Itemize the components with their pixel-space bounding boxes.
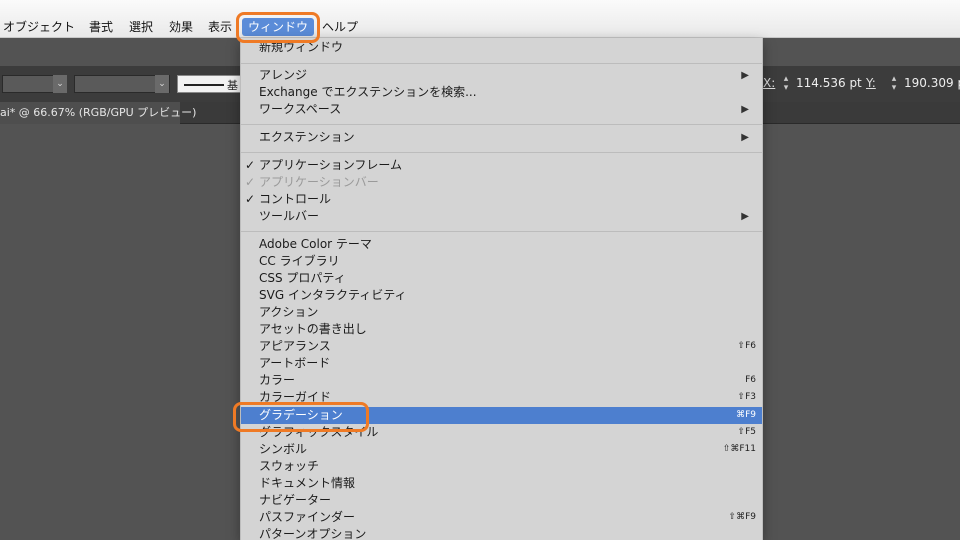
y-value-field[interactable]: 190.309 pt: [904, 76, 960, 90]
menu-item-label: CSS プロパティ: [259, 271, 346, 285]
menu-item-label: カラーガイド: [259, 390, 332, 404]
fill-dropdown-chevron-icon[interactable]: ⌄: [53, 75, 67, 93]
menu-item-label: アプリケーションバー: [259, 175, 379, 189]
menu-item-label: ツールバー: [259, 209, 320, 223]
checkmark-icon: ✓: [245, 158, 256, 172]
stroke-style-select[interactable]: 基: [177, 75, 241, 93]
menu-item-label: ドキュメント情報: [259, 476, 356, 490]
menu-item-label: スウォッチ: [259, 459, 320, 473]
menu-item-label: アプリケーションフレーム: [259, 158, 403, 172]
menu-item-workspace[interactable]: ワークスペース ▶: [241, 101, 762, 118]
menu-item-actions[interactable]: アクション: [241, 304, 762, 321]
menu-item-appearance[interactable]: アピアランス ⇧F6: [241, 338, 762, 355]
menu-view[interactable]: 表示: [208, 18, 232, 36]
document-tab[interactable]: ai* @ 66.67% (RGB/GPU プレビュー): [0, 102, 196, 124]
menu-item-label: CC ライブラリ: [259, 254, 340, 268]
checkmark-icon: ✓: [245, 175, 256, 189]
menu-item-graphic-styles[interactable]: グラフィックスタイル ⇧F5: [241, 424, 762, 441]
stroke-line-preview: [184, 84, 224, 86]
menu-type[interactable]: 書式: [89, 18, 113, 36]
menu-separator: [241, 152, 762, 153]
menu-object[interactable]: オブジェクト: [3, 18, 75, 36]
menu-item-toolbar[interactable]: ツールバー ▶: [241, 208, 762, 225]
submenu-arrow-icon: ▶: [741, 70, 749, 81]
menu-item-label: SVG インタラクティビティ: [259, 288, 407, 302]
menu-help[interactable]: ヘルプ: [322, 18, 358, 36]
menu-item-control[interactable]: ✓ コントロール: [241, 191, 762, 208]
menu-item-label: ワークスペース: [259, 102, 342, 116]
stroke-style-label: 基: [227, 79, 238, 92]
menu-separator: [241, 63, 762, 64]
menu-item-label: シンボル: [259, 442, 308, 456]
menu-item-artboards[interactable]: アートボード: [241, 355, 762, 372]
submenu-arrow-icon: ▶: [741, 211, 749, 222]
keyboard-shortcut: ⇧F6: [737, 341, 756, 351]
menu-item-label: パスファインダー: [259, 510, 356, 524]
y-label: Y:: [866, 76, 876, 90]
menu-item-label: アレンジ: [259, 68, 308, 82]
menu-item-label: カラー: [259, 373, 296, 387]
menu-item-label: アクション: [259, 305, 319, 319]
menu-item-label: Exchange でエクステンションを検索...: [259, 85, 477, 99]
menu-item-label: 新規ウィンドウ: [259, 40, 344, 54]
menu-item-label: グラフィックスタイル: [259, 425, 379, 439]
menu-separator: [241, 231, 762, 232]
menu-item-application-frame[interactable]: ✓ アプリケーションフレーム: [241, 157, 762, 174]
menu-item-adobe-color-themes[interactable]: Adobe Color テーマ: [241, 236, 762, 253]
menu-item-application-bar: ✓ アプリケーションバー: [241, 174, 762, 191]
fill-swatch[interactable]: [2, 75, 54, 93]
menu-item-gradient[interactable]: グラデーション ⌘F9: [241, 407, 762, 424]
keyboard-shortcut: F6: [745, 375, 756, 385]
menu-item-label: アセットの書き出し: [259, 322, 367, 336]
menu-item-document-info[interactable]: ドキュメント情報: [241, 475, 762, 492]
window-menu-dropdown: 新規ウィンドウ アレンジ ▶ Exchange でエクステンションを検索... …: [240, 38, 763, 540]
menu-item-css-properties[interactable]: CSS プロパティ: [241, 270, 762, 287]
menu-item-new-window[interactable]: 新規ウィンドウ: [241, 39, 762, 56]
keyboard-shortcut: ⌘F9: [736, 410, 756, 420]
menu-item-color[interactable]: カラー F6: [241, 372, 762, 389]
x-label: X:: [763, 76, 776, 90]
menu-separator: [241, 124, 762, 125]
menu-item-label: エクステンション: [259, 130, 355, 144]
menu-item-svg-interactivity[interactable]: SVG インタラクティビティ: [241, 287, 762, 304]
menu-item-asset-export[interactable]: アセットの書き出し: [241, 321, 762, 338]
menu-select[interactable]: 選択: [129, 18, 153, 36]
submenu-arrow-icon: ▶: [741, 104, 749, 115]
keyboard-shortcut: ⇧F3: [737, 392, 756, 402]
menubar: オブジェクト 書式 選択 効果 表示 ウィンドウ ヘルプ: [0, 0, 960, 38]
menu-item-cc-libraries[interactable]: CC ライブラリ: [241, 253, 762, 270]
keyboard-shortcut: ⇧⌘F9: [728, 512, 756, 522]
menu-item-swatches[interactable]: スウォッチ: [241, 458, 762, 475]
menu-item-pathfinder[interactable]: パスファインダー ⇧⌘F9: [241, 509, 762, 526]
menu-item-label: Adobe Color テーマ: [259, 237, 372, 251]
menu-item-label: パターンオプション: [259, 527, 367, 540]
menu-item-label: アートボード: [259, 356, 331, 370]
menu-item-exchange[interactable]: Exchange でエクステンションを検索...: [241, 84, 762, 101]
submenu-arrow-icon: ▶: [741, 132, 749, 143]
x-stepper-icon[interactable]: ▴ ▾: [781, 75, 791, 93]
menu-item-color-guide[interactable]: カラーガイド ⇧F3: [241, 389, 762, 406]
keyboard-shortcut: ⇧F5: [737, 427, 756, 437]
menu-item-arrange[interactable]: アレンジ ▶: [241, 67, 762, 84]
menu-item-symbols[interactable]: シンボル ⇧⌘F11: [241, 441, 762, 458]
menu-item-label: アピアランス: [259, 339, 331, 353]
menu-item-label: グラデーション: [259, 408, 343, 422]
menu-window[interactable]: ウィンドウ: [242, 18, 315, 36]
menu-effect[interactable]: 効果: [169, 18, 193, 36]
menu-item-navigator[interactable]: ナビゲーター: [241, 492, 762, 509]
menu-item-extensions[interactable]: エクステンション ▶: [241, 129, 762, 146]
menu-item-label: コントロール: [259, 192, 332, 206]
menu-item-label: ナビゲーター: [259, 493, 332, 507]
menu-item-pattern-options[interactable]: パターンオプション: [241, 526, 762, 540]
stroke-dropdown-chevron-icon[interactable]: ⌄: [155, 75, 169, 93]
y-stepper-icon[interactable]: ▴ ▾: [889, 75, 899, 93]
checkmark-icon: ✓: [245, 192, 256, 206]
x-value-field[interactable]: 114.536 pt: [796, 76, 862, 90]
keyboard-shortcut: ⇧⌘F11: [722, 444, 756, 454]
